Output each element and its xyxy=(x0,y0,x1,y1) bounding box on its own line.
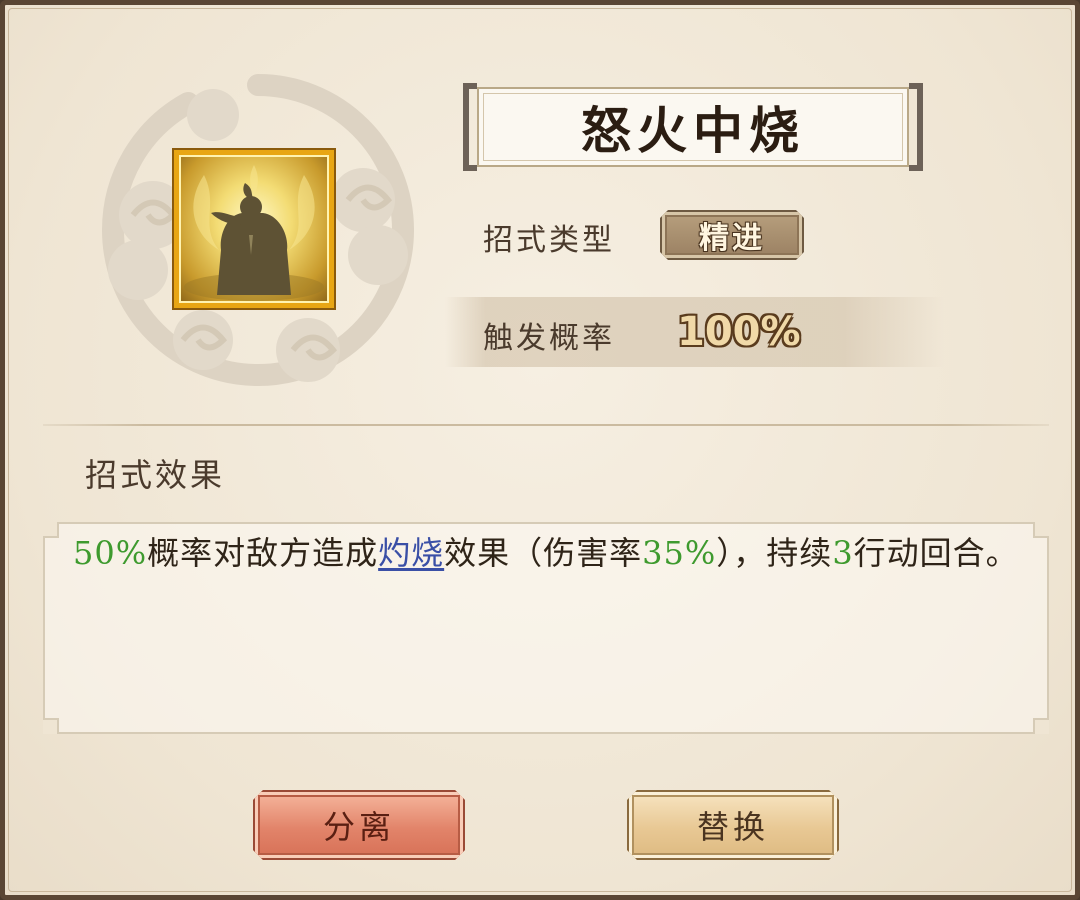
section-divider xyxy=(43,424,1049,426)
effect-text-part: 效果（伤害率 xyxy=(444,534,643,572)
replace-button-label: 替换 xyxy=(696,808,769,846)
box-corner-decoration xyxy=(1033,522,1049,538)
bracket-left-decoration xyxy=(463,83,477,171)
effect-chance: 50% xyxy=(73,534,148,572)
skill-icon[interactable] xyxy=(174,150,334,308)
replace-button[interactable]: 替换 xyxy=(627,790,839,860)
effect-description: 50%概率对敌方造成灼烧效果（伤害率35%），持续3行动回合。 xyxy=(73,533,1023,573)
skill-title-plaque: 怒火中烧 xyxy=(463,83,923,171)
bracket-right-decoration xyxy=(909,83,923,171)
effect-heading: 招式效果 xyxy=(85,456,226,494)
box-corner-decoration xyxy=(43,522,59,538)
box-corner-decoration xyxy=(43,718,59,734)
effect-text-part: 概率对敌方造成 xyxy=(147,534,379,572)
damage-rate-value: 35% xyxy=(642,534,717,572)
trigger-rate-value: 100% xyxy=(677,309,801,355)
skill-name: 怒火中烧 xyxy=(581,101,805,160)
split-button-label: 分离 xyxy=(322,808,395,846)
trigger-rate-label: 触发概率 xyxy=(483,321,615,356)
title-inner: 怒火中烧 xyxy=(477,87,909,167)
skill-type-label: 招式类型 xyxy=(483,223,615,258)
effect-text-part: 行动回合。 xyxy=(853,534,1019,572)
skill-type-badge: 精进 xyxy=(660,210,804,260)
skill-detail-panel: 怒火中烧 招式类型 精进 触发概率 100% 招式效果 50%概率对敌方造成灼烧… xyxy=(0,0,1080,900)
split-button[interactable]: 分离 xyxy=(253,790,465,860)
meditating-figure-flame-icon xyxy=(184,165,324,301)
box-corner-decoration xyxy=(1033,718,1049,734)
skill-type-value: 精进 xyxy=(699,221,765,256)
effect-text-part: ），持续 xyxy=(716,534,833,572)
burn-keyword-link[interactable]: 灼烧 xyxy=(378,534,444,572)
duration-value: 3 xyxy=(832,534,854,572)
